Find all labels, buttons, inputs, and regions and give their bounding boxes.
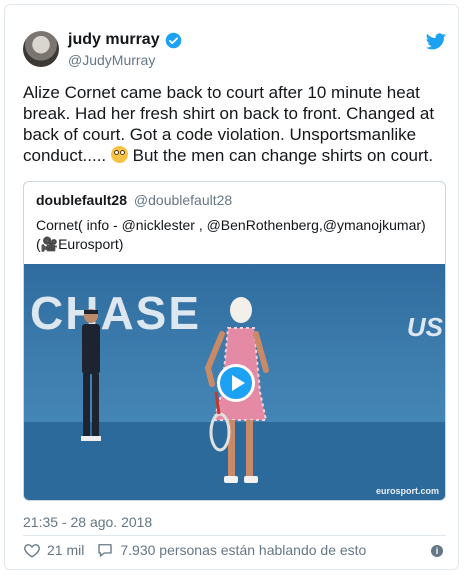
quoted-text: Cornet( info - @nicklester , @BenRothenb…	[36, 217, 426, 252]
action-bar: 21 mil 7.930 personas están hablando de …	[23, 541, 366, 559]
umpire-figure	[81, 309, 101, 441]
info-icon[interactable]: i	[431, 545, 443, 557]
twitter-bird-icon[interactable]	[426, 33, 446, 50]
video-side-text: US	[406, 312, 443, 342]
heart-icon[interactable]	[23, 541, 41, 559]
timestamp[interactable]: 21:35 - 28 ago. 2018	[23, 514, 152, 530]
tweet-text-part2: But the men can change shirts on court.	[127, 146, 434, 165]
play-button[interactable]	[217, 364, 255, 402]
avatar[interactable]	[23, 31, 59, 67]
quoted-author[interactable]: doublefault28 @doublefault28	[36, 192, 232, 208]
quoted-author-handle[interactable]: @doublefault28	[134, 192, 232, 208]
talking-count[interactable]: 7.930 personas están hablando de esto	[120, 542, 366, 558]
tweet-text: Alize Cornet came back to court after 10…	[23, 82, 447, 166]
verified-badge-icon	[165, 32, 181, 48]
quoted-tweet[interactable]: doublefault28 @doublefault28 Cornet( inf…	[23, 181, 446, 501]
reply-bubble-icon[interactable]	[96, 541, 114, 559]
author-row[interactable]: judy murray	[68, 31, 182, 49]
quoted-author-name[interactable]: doublefault28	[36, 192, 127, 208]
flushed-face-emoji-icon	[110, 146, 128, 163]
likes-count[interactable]: 21 mil	[47, 542, 84, 558]
divider	[23, 535, 446, 536]
video-watermark: eurosport.com	[375, 486, 439, 496]
author-handle[interactable]: @JudyMurray	[68, 52, 155, 68]
tweet-card: judy murray @JudyMurray Alize Cornet cam…	[4, 4, 459, 570]
video-thumbnail[interactable]: CHASE US eurosport.com	[24, 264, 445, 500]
video-wall-text: CHASE	[30, 287, 202, 339]
author-name[interactable]: judy murray	[68, 31, 160, 49]
